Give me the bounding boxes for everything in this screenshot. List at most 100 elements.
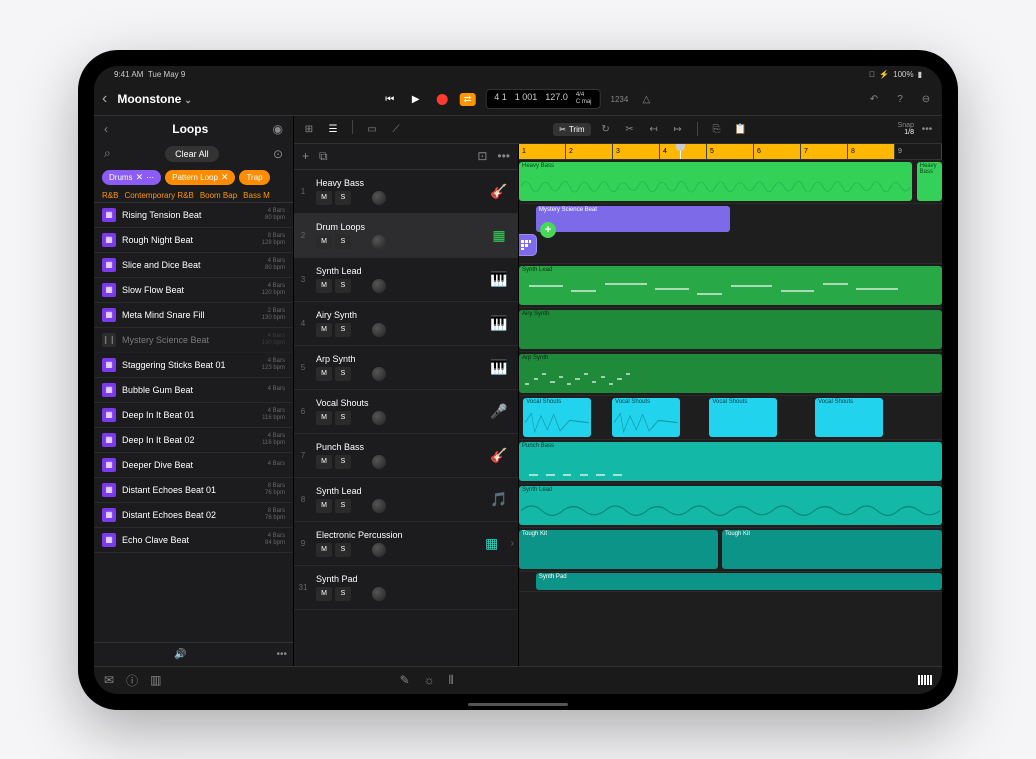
region-heavy-bass[interactable]: Heavy Bass — [519, 162, 912, 201]
display-icon[interactable]: ▭ — [363, 120, 381, 138]
clear-all-button[interactable]: Clear All — [165, 146, 219, 162]
edit-icon[interactable]: ✎ — [400, 673, 410, 688]
loop-item[interactable]: ▦Rising Tension Beat4 Bars80 bpm — [94, 203, 293, 228]
nudge-right-icon[interactable]: ↦ — [669, 120, 687, 138]
loop-item[interactable]: ▦Deep In It Beat 014 Bars116 bpm — [94, 403, 293, 428]
more-toolbar-icon[interactable]: ••• — [918, 120, 936, 138]
paste-icon[interactable]: 📋 — [732, 120, 750, 138]
mixer-icon[interactable]: ⫴ — [449, 673, 454, 688]
solo-button[interactable]: S — [335, 191, 351, 205]
loop-item[interactable]: ▦Distant Echoes Beat 018 Bars76 bpm — [94, 478, 293, 503]
project-title[interactable]: Moonstone⌄ — [117, 92, 192, 106]
region-tough-kit-2[interactable]: Tough Kit — [722, 530, 942, 569]
ruler-bar[interactable]: 6 — [754, 144, 801, 159]
settings-icon[interactable]: ⊖ — [918, 91, 934, 107]
loop-item[interactable]: ▦Slice and Dice Beat4 Bars80 bpm — [94, 253, 293, 278]
solo-button[interactable]: S — [335, 543, 351, 557]
track-header[interactable]: 4Airy SynthMS🎹 — [294, 302, 518, 346]
ruler-bar[interactable]: 1 — [519, 144, 566, 159]
more-icon[interactable]: ••• — [276, 649, 287, 660]
track-header[interactable]: 2Drum LoopsMS▦ — [294, 214, 518, 258]
inbox-icon[interactable]: ✉ — [104, 673, 114, 687]
solo-button[interactable]: S — [335, 367, 351, 381]
info-icon[interactable]: ⓘ — [126, 672, 138, 689]
library-icon[interactable]: ▥ — [150, 673, 161, 687]
solo-button[interactable]: S — [335, 411, 351, 425]
record-button[interactable] — [434, 91, 450, 107]
mute-button[interactable]: M — [316, 235, 332, 249]
loop-item[interactable]: ▦Meta Mind Snare Fill2 Bars130 bpm — [94, 303, 293, 328]
track-header[interactable]: 5Arp SynthMS🎹 — [294, 346, 518, 390]
region-punch-bass[interactable]: Punch Bass — [519, 442, 942, 481]
solo-button[interactable]: S — [335, 455, 351, 469]
ruler-bar[interactable]: 8 — [848, 144, 895, 159]
pan-knob[interactable] — [372, 191, 386, 205]
pan-knob[interactable] — [372, 411, 386, 425]
back-button[interactable]: ‹ — [102, 90, 107, 108]
mute-button[interactable]: M — [316, 367, 332, 381]
track-more-icon[interactable]: ••• — [497, 149, 510, 163]
solo-button[interactable]: S — [335, 279, 351, 293]
rewind-button[interactable]: ⏮ — [382, 91, 398, 107]
copy-icon[interactable]: ⎘ — [708, 120, 726, 138]
loop-browser-icon[interactable]: ◉ — [273, 122, 283, 136]
region-airy-synth[interactable]: Airy Synth — [519, 310, 942, 349]
track-header[interactable]: 9Electronic PercussionMS▦› — [294, 522, 518, 566]
mute-button[interactable]: M — [316, 191, 332, 205]
mute-button[interactable]: M — [316, 411, 332, 425]
chevron-right-icon[interactable]: › — [511, 538, 514, 549]
mute-button[interactable]: M — [316, 499, 332, 513]
loop-item[interactable]: ▦Rough Night Beat8 Bars128 bpm — [94, 228, 293, 253]
track-header[interactable]: 1Heavy BassMS🎸 — [294, 170, 518, 214]
keyboard-icon[interactable] — [918, 675, 932, 685]
loop-item[interactable]: ▦Echo Clave Beat4 Bars84 bpm — [94, 528, 293, 553]
loop-item[interactable]: ▦Deeper Dive Beat4 Bars — [94, 453, 293, 478]
solo-button[interactable]: S — [335, 587, 351, 601]
region-vocal-2[interactable]: Vocal Shouts — [612, 398, 680, 437]
solo-button[interactable]: S — [335, 499, 351, 513]
region-vocal-4[interactable]: Vocal Shouts — [815, 398, 883, 437]
loop-item[interactable]: ▦Deep In It Beat 024 Bars116 bpm — [94, 428, 293, 453]
region-synth-lead[interactable]: Synth Lead — [519, 266, 942, 305]
loop-icon[interactable]: ↻ — [597, 120, 615, 138]
step-sequencer-badge[interactable] — [519, 234, 537, 256]
add-track-button[interactable]: + — [302, 149, 309, 163]
list-view-icon[interactable]: ☰ — [324, 120, 342, 138]
pan-knob[interactable] — [372, 455, 386, 469]
region-arp-synth[interactable]: Arp Synth — [519, 354, 942, 393]
pan-knob[interactable] — [372, 367, 386, 381]
region-vocal-1[interactable]: Vocal Shouts — [523, 398, 591, 437]
playhead[interactable] — [680, 144, 681, 159]
pan-knob[interactable] — [372, 323, 386, 337]
mute-button[interactable]: M — [316, 543, 332, 557]
track-header[interactable]: 7Punch BassMS🎸 — [294, 434, 518, 478]
subtag[interactable]: Boom Bap — [200, 191, 237, 200]
volume-icon[interactable]: 🔊 — [174, 649, 186, 660]
mute-button[interactable]: M — [316, 587, 332, 601]
filter-tag[interactable]: Pattern Loop ✕ — [165, 170, 235, 185]
lcd-display[interactable]: 4 1 1 001 127.0 4/4C maj — [485, 89, 600, 109]
pan-knob[interactable] — [372, 543, 386, 557]
ruler-bar[interactable]: 9 — [895, 144, 942, 159]
solo-button[interactable]: S — [335, 323, 351, 337]
region-tough-kit-1[interactable]: Tough Kit — [519, 530, 718, 569]
loop-item[interactable]: ▦Distant Echoes Beat 028 Bars76 bpm — [94, 503, 293, 528]
pan-knob[interactable] — [372, 279, 386, 293]
subtag[interactable]: Bass M — [243, 191, 270, 200]
play-button[interactable]: ▶ — [408, 91, 424, 107]
filter-icon[interactable]: ⊙ — [273, 147, 283, 161]
mute-button[interactable]: M — [316, 279, 332, 293]
pan-knob[interactable] — [372, 235, 386, 249]
subtag[interactable]: Contemporary R&B — [124, 191, 193, 200]
region-synth-pad[interactable]: Synth Pad — [536, 573, 942, 590]
loop-item[interactable]: ▦Bubble Gum Beat4 Bars — [94, 378, 293, 403]
arrangement-area[interactable]: Heavy Bass Heavy Bass Mystery Science Be… — [519, 160, 942, 666]
filter-tag[interactable]: Trap — [239, 170, 269, 185]
scissors-icon[interactable]: ✂ — [621, 120, 639, 138]
region-heavy-bass-2[interactable]: Heavy Bass — [917, 162, 942, 201]
metronome-icon[interactable]: △ — [638, 91, 654, 107]
brightness-icon[interactable]: ☼ — [424, 673, 435, 688]
tuning[interactable]: 1234 — [611, 95, 629, 104]
track-header[interactable]: 31Synth PadMS — [294, 566, 518, 610]
mute-button[interactable]: M — [316, 323, 332, 337]
